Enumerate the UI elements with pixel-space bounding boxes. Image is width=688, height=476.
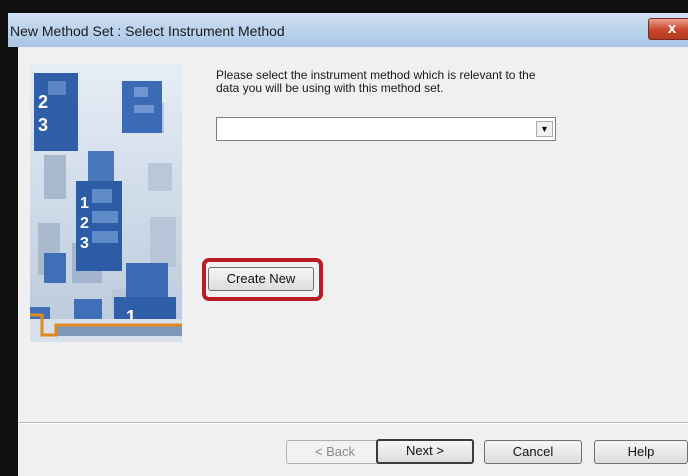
dialog-title: New Method Set : Select Instrument Metho…	[10, 23, 285, 39]
help-button[interactable]: Help	[594, 440, 688, 464]
next-button[interactable]: Next >	[376, 439, 474, 464]
instrument-method-select[interactable]: ▼	[216, 117, 556, 141]
close-button[interactable]: x	[648, 18, 688, 40]
title-bar: New Method Set : Select Instrument Metho…	[8, 13, 688, 47]
dropdown-arrow-icon[interactable]: ▼	[536, 121, 553, 137]
button-separator	[18, 422, 688, 424]
instruction-text: Please select the instrument method whic…	[216, 68, 536, 95]
close-icon: x	[667, 20, 677, 37]
create-new-button[interactable]: Create New	[208, 267, 314, 291]
dialog-window: New Method Set : Select Instrument Metho…	[0, 0, 688, 476]
cancel-button[interactable]: Cancel	[484, 440, 582, 464]
dialog-body: 2 3 1 2 3 1 Please select the instrument…	[18, 47, 688, 476]
numbered-documents-icon: 2 3 1 2 3 1	[30, 73, 182, 342]
art-number-2: 2	[38, 92, 48, 112]
method-set-illustration: 2 3 1 2 3 1	[30, 63, 182, 342]
art-number-3-center: 3	[80, 235, 89, 252]
back-button[interactable]: < Back	[286, 440, 384, 464]
art-number-3: 3	[38, 115, 48, 135]
art-number-1: 1	[80, 195, 89, 212]
art-number-2-center: 2	[80, 215, 89, 232]
